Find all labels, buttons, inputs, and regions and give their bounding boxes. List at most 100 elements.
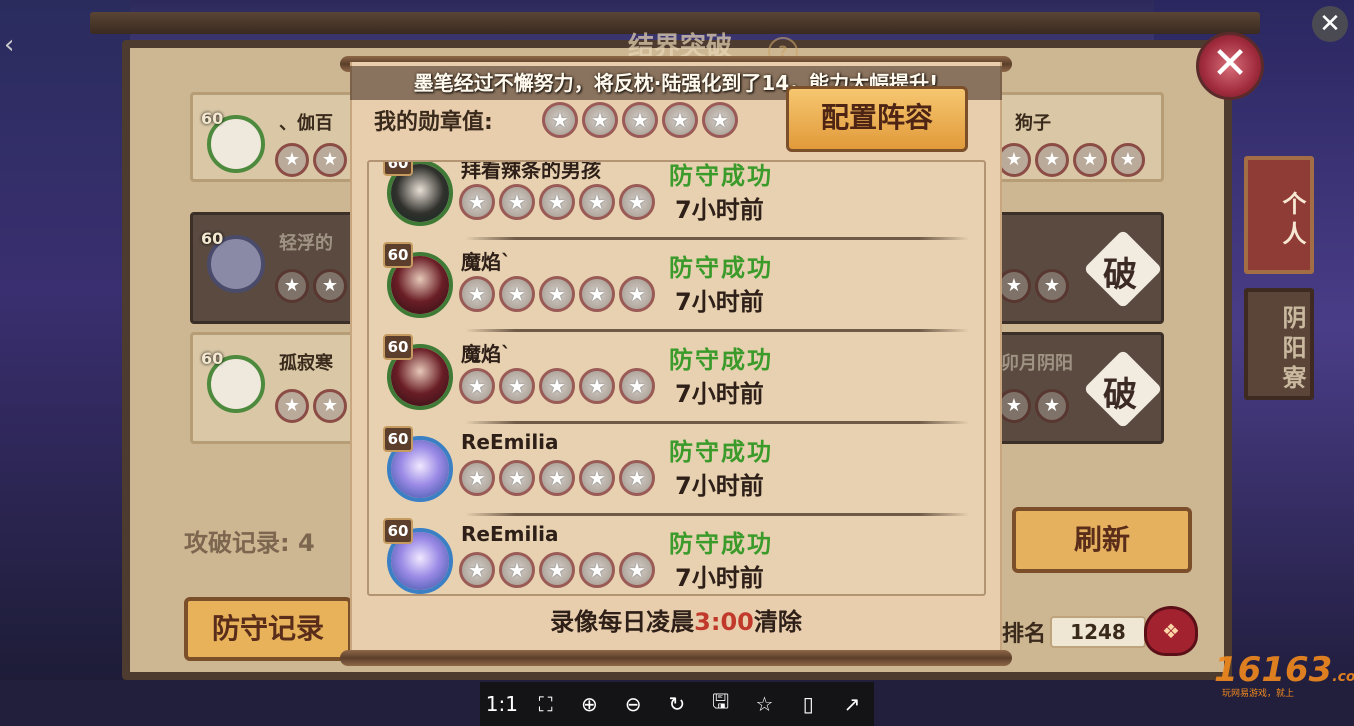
medal-icon: ★: [539, 552, 575, 588]
medal-icon: ★: [579, 184, 615, 220]
medal-icon: ★: [542, 102, 578, 138]
medal-icon: ★: [579, 552, 615, 588]
record-time: 7小时前: [675, 196, 764, 224]
save-icon[interactable]: 🖫: [704, 687, 738, 721]
fit-screen-icon[interactable]: ⛶: [529, 692, 563, 716]
opponent-name: 卯月阴阳: [1001, 353, 1073, 374]
medal-icon: ★: [579, 368, 615, 404]
rotate-icon[interactable]: ↻: [660, 692, 694, 716]
medal-icon: ★: [619, 552, 655, 588]
defense-status: 防守成功: [669, 162, 773, 190]
opponent-name: 孤寂寒: [279, 353, 333, 374]
defense-status: 防守成功: [669, 346, 773, 374]
defense-status: 防守成功: [669, 530, 773, 558]
medal-icon: ★: [1035, 143, 1069, 177]
medal-icon: ★: [313, 269, 347, 303]
medal-icon: ★: [459, 368, 495, 404]
medal-icon: ★: [275, 269, 309, 303]
my-medals: ★ ★ ★ ★ ★: [542, 102, 738, 138]
opponent-name: 、伽百: [279, 113, 333, 134]
rank-emblem-icon: ❖: [1144, 606, 1198, 656]
medal-icon: ★: [997, 143, 1031, 177]
opponent-card[interactable]: 卯月阴阳 ★ ★ 破: [990, 332, 1164, 444]
viewer-prev-icon[interactable]: ‹: [4, 30, 14, 60]
opponent-card[interactable]: ★ ★ 破: [990, 212, 1164, 324]
medal-icon: ★: [499, 276, 535, 312]
medal-icon: ★: [619, 368, 655, 404]
record-time: 7小时前: [675, 288, 764, 316]
footer-time: 3:00: [694, 608, 754, 636]
attack-record-count: 4: [297, 529, 315, 557]
defense-record-button[interactable]: 防守记录: [184, 597, 352, 661]
medal-icon: ★: [499, 460, 535, 496]
medal-icon: ★: [997, 269, 1031, 303]
zoom-in-icon[interactable]: ⊕: [572, 692, 606, 716]
rank-value: 1248: [1050, 616, 1146, 648]
tab-personal[interactable]: 个人: [1244, 156, 1314, 274]
viewer-close-icon[interactable]: ✕: [1312, 6, 1348, 42]
player-name: 魔焰`: [461, 250, 511, 274]
list-item[interactable]: 60 魔焰` ★ ★ ★ ★ ★ 防守成功 7小时前: [369, 240, 984, 332]
watermark-slogan: 玩网易游戏，就上: [1222, 689, 1295, 699]
medal-icon: ★: [582, 102, 618, 138]
list-item[interactable]: 60 拜看辣条的男孩 ★ ★ ★ ★ ★ 防守成功 7小时前: [369, 160, 984, 240]
opponent-card[interactable]: 狗子 ★ ★ ★ ★: [990, 92, 1164, 182]
rank-label: 排名: [1002, 622, 1047, 647]
player-name: 拜看辣条的男孩: [461, 160, 601, 182]
player-name: ReEmilia: [461, 430, 559, 454]
opponent-card[interactable]: 60 孤寂寒 ★ ★: [190, 332, 360, 444]
medal-icon: ★: [702, 102, 738, 138]
medal-icon: ★: [1035, 389, 1069, 423]
medal-icon: ★: [313, 143, 347, 177]
medal-icon: ★: [662, 102, 698, 138]
medal-icon: ★: [459, 184, 495, 220]
medal-icon: ★: [539, 184, 575, 220]
list-item[interactable]: 60 ReEmilia ★ ★ ★ ★ ★ 防守成功 7小时前: [369, 424, 984, 516]
level-badge: 60: [201, 349, 224, 368]
tab-guild[interactable]: 阴阳寮: [1244, 288, 1314, 400]
medal-icon: ★: [619, 460, 655, 496]
mobile-icon[interactable]: ▯: [791, 692, 825, 716]
list-item[interactable]: 60 ReEmilia ★ ★ ★ ★ ★ 防守成功 7小时前: [369, 516, 984, 594]
configure-lineup-button[interactable]: 配置阵容: [786, 86, 968, 152]
opponent-card[interactable]: 60 、伽百 ★ ★: [190, 92, 360, 182]
level-badge: 60: [383, 242, 413, 268]
medal-icon: ★: [499, 368, 535, 404]
medal-icon: ★: [539, 460, 575, 496]
medal-icon: ★: [459, 276, 495, 312]
player-name: 魔焰`: [461, 342, 511, 366]
record-time: 7小时前: [675, 472, 764, 500]
defense-status: 防守成功: [669, 254, 773, 282]
actual-size-icon[interactable]: 1:1: [485, 692, 519, 716]
opponent-card[interactable]: 60 轻浮的 ★ ★: [190, 212, 360, 324]
footer-prefix: 录像每日凌晨: [550, 608, 695, 636]
medal-icon: ★: [997, 389, 1031, 423]
game-close-button[interactable]: ✕: [1196, 32, 1264, 100]
opponent-name: 轻浮的: [279, 233, 333, 254]
break-label: 破: [1103, 255, 1137, 295]
medal-icon: ★: [622, 102, 658, 138]
record-time: 7小时前: [675, 564, 764, 592]
medal-icon: ★: [459, 552, 495, 588]
refresh-button[interactable]: 刷新: [1012, 507, 1192, 573]
list-item[interactable]: 60 魔焰` ★ ★ ★ ★ ★ 防守成功 7小时前: [369, 332, 984, 424]
player-name: ReEmilia: [461, 522, 559, 546]
opponent-name: 狗子: [1015, 113, 1051, 134]
share-icon[interactable]: ↗: [835, 692, 869, 716]
scroll-rod-bottom: [340, 650, 1012, 666]
medal-icon: ★: [539, 368, 575, 404]
break-label: 破: [1103, 375, 1137, 415]
record-time: 7小时前: [675, 380, 764, 408]
defense-record-list[interactable]: 60 拜看辣条的男孩 ★ ★ ★ ★ ★ 防守成功 7小时前 60 魔焰` ★ ★ ★ ★ ★ …: [367, 160, 986, 596]
favorite-icon[interactable]: ☆: [747, 692, 781, 716]
my-medals-label: 我的勋章值:: [374, 110, 493, 135]
level-badge: 60: [383, 426, 413, 452]
zoom-out-icon[interactable]: ⊖: [616, 692, 650, 716]
attack-record: 攻破记录: 4: [184, 523, 315, 558]
medal-icon: ★: [539, 276, 575, 312]
medal-icon: ★: [459, 460, 495, 496]
replay-clear-note: 录像每日凌晨3:00清除: [350, 602, 1002, 637]
medal-icon: ★: [1035, 269, 1069, 303]
medal-icon: ★: [619, 184, 655, 220]
level-badge: 60: [383, 518, 413, 544]
